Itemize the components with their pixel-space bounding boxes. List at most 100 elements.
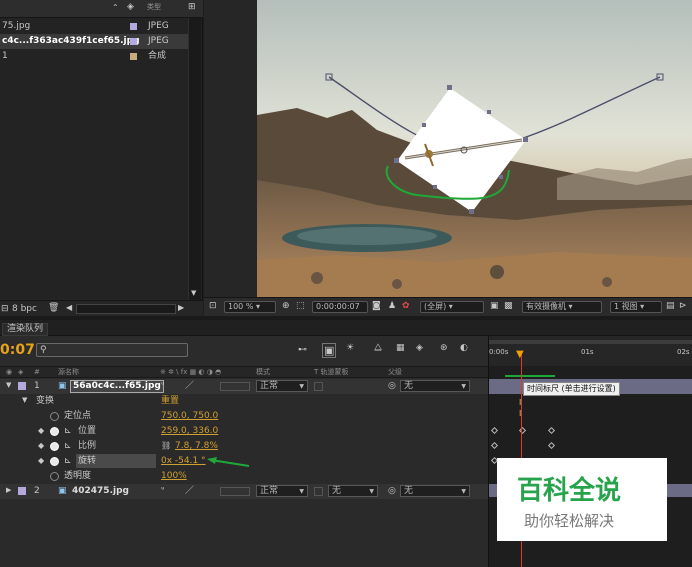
scroll-down-icon[interactable]: ▼ bbox=[191, 290, 196, 297]
layer-row[interactable]: ▼ 1 ▣ 56a0c4c...f65.jpg ᐡ ／ 正常 ▼ ◎ 无 ▼ bbox=[0, 379, 488, 394]
trash-icon[interactable]: 🗑 bbox=[48, 304, 59, 313]
property-value[interactable]: 0x -54.1 ° bbox=[161, 457, 206, 466]
safe-zones-icon[interactable]: ⬚ bbox=[296, 302, 305, 311]
property-row[interactable]: 定位点 750.0, 750.0 bbox=[0, 409, 488, 424]
reset-link[interactable]: 重置 bbox=[161, 397, 179, 406]
layer-name[interactable]: 56a0c4c...f65.jpg bbox=[70, 380, 164, 393]
quality-switch-icon[interactable]: ／ bbox=[185, 487, 194, 496]
shy-layers-icon[interactable]: ☀ bbox=[346, 344, 354, 353]
property-row[interactable]: ◆ ⊾ 旋转 0x -54.1 ° bbox=[0, 454, 488, 469]
property-row[interactable]: 透明度 100% bbox=[0, 469, 488, 484]
mode-dropdown[interactable]: 正常 ▼ bbox=[256, 485, 308, 497]
graph-icon[interactable]: ⊾ bbox=[64, 427, 72, 436]
graph-editor-icon[interactable]: ⊛ bbox=[440, 344, 448, 353]
transparency-grid-icon[interactable]: ▩ bbox=[504, 302, 513, 311]
keyframe-icon[interactable] bbox=[490, 426, 499, 435]
type-column-header[interactable]: 类型 bbox=[147, 4, 161, 11]
reset-exposure-icon[interactable]: ⊳ bbox=[679, 302, 687, 311]
label-swatch[interactable] bbox=[18, 382, 26, 390]
zoom-dropdown[interactable]: 100 % ▾ bbox=[224, 301, 276, 313]
property-row[interactable]: ◆ ⊾ 位置 259.0, 336.0 bbox=[0, 424, 488, 439]
comp-mini-flowchart-icon[interactable]: ⊷ bbox=[298, 346, 307, 355]
label-swatch[interactable] bbox=[18, 487, 26, 495]
layer-name[interactable]: 402475.jpg bbox=[72, 487, 129, 496]
label-tag-icon[interactable]: ◈ bbox=[127, 3, 134, 12]
project-item[interactable]: 1 合成 bbox=[0, 49, 188, 64]
project-item[interactable]: c4c...f363ac439f1cef65.jpg JPEG bbox=[0, 34, 188, 49]
transform-group[interactable]: ▼ 变换 重置 bbox=[0, 394, 488, 409]
keyframe-nav-icon[interactable]: ◆ bbox=[38, 427, 44, 435]
camera-dropdown[interactable]: 有效摄像机 ▾ bbox=[522, 301, 602, 313]
tab-render-queue[interactable]: 渲染队列 bbox=[2, 323, 49, 336]
quality-switch-icon[interactable]: ／ bbox=[185, 382, 194, 391]
property-value[interactable]: 750.0, 750.0 bbox=[161, 412, 218, 421]
channel-icon[interactable]: ✿ bbox=[402, 302, 410, 311]
pick-whip-icon[interactable]: ◎ bbox=[388, 487, 396, 496]
bpc-button[interactable]: 8 bpc bbox=[12, 305, 37, 314]
keyframe-nav-icon[interactable]: ◆ bbox=[38, 442, 44, 450]
scroll-right-icon[interactable]: ▶ bbox=[178, 304, 184, 312]
project-scrollbar[interactable]: ▼ bbox=[188, 18, 201, 300]
twirl-open-icon[interactable]: ▼ bbox=[6, 382, 11, 389]
camera-snapshot-icon[interactable]: ◙ bbox=[372, 302, 381, 311]
resolution-dropdown[interactable]: (全屏) ▾ bbox=[420, 301, 484, 313]
constrain-proportions-icon[interactable]: ⛓ bbox=[161, 442, 171, 450]
toggle-pixel-icon[interactable]: ▤ bbox=[666, 302, 675, 311]
views-dropdown[interactable]: 1 视图 ▾ bbox=[610, 301, 662, 313]
mode-dropdown[interactable]: 正常 ▼ bbox=[256, 380, 308, 392]
keyframe-icon[interactable] bbox=[547, 426, 556, 435]
timecode-field[interactable]: 0:00:00:07 bbox=[312, 301, 368, 313]
property-value[interactable]: 100% bbox=[161, 472, 187, 481]
current-time[interactable]: 0:07 bbox=[0, 343, 35, 357]
show-snapshot-icon[interactable]: ♟ bbox=[388, 302, 396, 311]
stopwatch-icon[interactable] bbox=[50, 412, 59, 421]
graph-icon[interactable]: ⊾ bbox=[64, 457, 72, 466]
scroll-left-icon[interactable]: ◀ bbox=[66, 304, 72, 312]
motion-blur-icon[interactable]: ▦ bbox=[396, 344, 405, 353]
composition-frame[interactable] bbox=[257, 0, 692, 297]
keyframe-nav-icon[interactable]: ◆ bbox=[38, 457, 44, 465]
twirl-open-icon[interactable]: ▼ bbox=[22, 397, 27, 404]
col-num[interactable]: # bbox=[34, 369, 40, 376]
parent-dropdown[interactable]: 无 ▼ bbox=[400, 485, 470, 497]
twirl-closed-icon[interactable]: ▶ bbox=[6, 487, 11, 494]
trkmat-dropdown[interactable]: 无 ▼ bbox=[328, 485, 378, 497]
keyframe-icon[interactable] bbox=[547, 441, 556, 450]
keyframe-icon[interactable] bbox=[490, 441, 499, 450]
roi-icon[interactable]: ▣ bbox=[490, 302, 499, 311]
col-source-name[interactable]: 源名称 bbox=[58, 369, 79, 376]
graph-icon[interactable]: ⊾ bbox=[64, 442, 72, 451]
shy-switch-icon[interactable]: ᐡ bbox=[161, 382, 165, 391]
trkmat-checkbox[interactable] bbox=[314, 487, 323, 496]
property-value[interactable]: 7.8, 7.8% bbox=[175, 442, 218, 451]
sort-up-icon[interactable]: ⌃ bbox=[112, 4, 119, 12]
parent-dropdown[interactable]: 无 ▼ bbox=[400, 380, 470, 392]
brainstorm-icon[interactable]: ◈ bbox=[416, 344, 423, 353]
col-trkmat[interactable]: T 轨道蒙板 bbox=[314, 369, 349, 376]
work-area-bar[interactable] bbox=[489, 340, 692, 344]
stopwatch-icon[interactable] bbox=[50, 472, 59, 481]
pick-whip-icon[interactable]: ◎ bbox=[388, 382, 396, 391]
frame-blending-icon[interactable]: ⧋ bbox=[374, 344, 382, 353]
flowchart-icon[interactable]: ⊟ bbox=[1, 305, 9, 314]
preview-icon[interactable]: ⊡ bbox=[209, 302, 217, 311]
cti-head-icon[interactable]: ▼ bbox=[516, 350, 524, 360]
keyframe-icon[interactable]: ◐ bbox=[460, 344, 468, 353]
trkmat-checkbox[interactable] bbox=[314, 382, 323, 391]
col-parent[interactable]: 父级 bbox=[388, 369, 402, 376]
search-input[interactable]: ⚲ bbox=[36, 343, 188, 357]
col-mode[interactable]: 模式 bbox=[256, 369, 270, 376]
flowchart-icon[interactable]: ⊞ bbox=[188, 3, 196, 12]
switch-boxes[interactable] bbox=[220, 382, 250, 391]
stopwatch-icon[interactable] bbox=[50, 442, 59, 451]
fit-icon[interactable]: ⊕ bbox=[282, 302, 290, 311]
switch-boxes[interactable] bbox=[220, 487, 250, 496]
h-scrollbar[interactable] bbox=[76, 304, 176, 314]
shy-switch-icon[interactable]: ᐡ bbox=[161, 487, 165, 496]
property-row[interactable]: ◆ ⊾ 比例 ⛓ 7.8, 7.8% bbox=[0, 439, 488, 454]
stopwatch-icon[interactable] bbox=[50, 457, 59, 466]
stopwatch-icon[interactable] bbox=[50, 427, 59, 436]
property-value[interactable]: 259.0, 336.0 bbox=[161, 427, 218, 436]
layer-row[interactable]: ▶ 2 ▣ 402475.jpg ᐡ ／ 正常 ▼ 无 ▼ ◎ 无 ▼ bbox=[0, 484, 488, 499]
draft-3d-icon[interactable]: ▣ bbox=[322, 343, 337, 358]
